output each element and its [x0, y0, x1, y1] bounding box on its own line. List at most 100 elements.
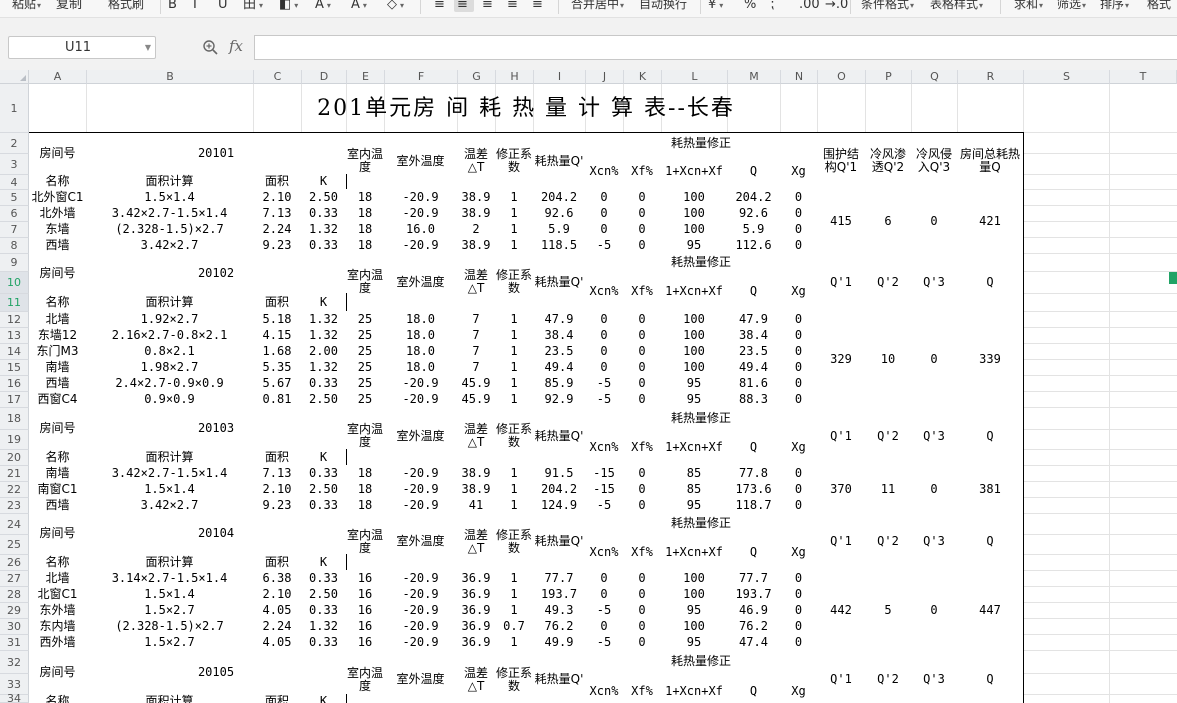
cell-xcn[interactable]: 0	[585, 221, 624, 238]
header-k[interactable]: K	[301, 694, 347, 703]
cell-xcn[interactable]: -15	[585, 465, 624, 482]
header-xcn[interactable]: Xcn%	[585, 429, 624, 466]
label-room-no[interactable]: 房间号	[29, 513, 87, 555]
cell-coef[interactable]: 1	[495, 375, 534, 392]
function-icon[interactable]: fx	[229, 37, 243, 55]
cell-area-calc[interactable]: 1.5×2.7	[86, 634, 254, 651]
header-q1[interactable]: Q'1	[817, 513, 866, 571]
row-header-30[interactable]: 30	[0, 619, 29, 635]
cell-temp-diff[interactable]: 38.9	[457, 205, 496, 222]
cell-xg[interactable]: 0	[780, 391, 818, 408]
cell-heat-loss[interactable]: 76.2	[533, 618, 586, 635]
header-outdoor-temp[interactable]: 室外温度	[384, 132, 458, 190]
cell-xf[interactable]: 0	[623, 189, 662, 206]
header-xf[interactable]: Xf%	[623, 534, 662, 571]
cell-sum[interactable]: 95	[661, 602, 728, 619]
header-area[interactable]: 面积	[253, 174, 302, 190]
sheet-title[interactable]: 201单元房 间 耗 热 量 计 算 表--长春	[29, 84, 1024, 133]
cell-area[interactable]: 7.13	[253, 205, 302, 222]
cell-sum[interactable]: 95	[661, 497, 728, 514]
cell-xg[interactable]: 0	[780, 343, 818, 360]
sum-q1[interactable]: 329	[817, 311, 866, 408]
cell-heat-loss[interactable]: 204.2	[533, 189, 586, 206]
cell-area[interactable]: 5.67	[253, 375, 302, 392]
cell-area-calc[interactable]: 1.5×1.4	[86, 481, 254, 498]
column-header-T[interactable]: T	[1110, 70, 1177, 84]
cell-heat-loss[interactable]: 23.5	[533, 343, 586, 360]
cell-heat-loss[interactable]: 47.9	[533, 311, 586, 328]
cell-name[interactable]: 南窗C1	[29, 481, 87, 498]
label-room-no[interactable]: 房间号	[29, 253, 87, 294]
cell-xcn[interactable]: 0	[585, 189, 624, 206]
header-q3[interactable]: Q'3	[911, 407, 958, 466]
header-indoor-temp[interactable]: 室内温度	[346, 650, 385, 703]
cell-temp-diff[interactable]: 38.9	[457, 465, 496, 482]
column-header-N[interactable]: N	[781, 70, 818, 84]
cell-area[interactable]: 4.05	[253, 602, 302, 619]
cell-xf[interactable]: 0	[623, 586, 662, 603]
ribbon-button-2[interactable]: 格式刷	[108, 0, 144, 14]
cell-xf[interactable]: 0	[623, 391, 662, 408]
row-header-10[interactable]: 10	[0, 272, 29, 294]
cell-k[interactable]: 1.32	[301, 618, 347, 635]
sum-q2[interactable]: 11	[865, 465, 912, 514]
room-number[interactable]: 20105	[86, 650, 347, 695]
cell-coef[interactable]: 1	[495, 391, 534, 408]
header-xg[interactable]: Xg	[780, 153, 818, 190]
header-outdoor-temp[interactable]: 室外温度	[384, 407, 458, 466]
cell-area-calc[interactable]: 1.5×1.4	[86, 586, 254, 603]
header-intrusion[interactable]: 冷风侵入Q'3	[911, 132, 958, 190]
cell-indoor-temp[interactable]: 18	[346, 221, 385, 238]
header-indoor-temp[interactable]: 室内温度	[346, 253, 385, 312]
cell-xf[interactable]: 0	[623, 221, 662, 238]
cell-k[interactable]: 1.32	[301, 221, 347, 238]
cell-coef[interactable]: 1	[495, 586, 534, 603]
copy-button[interactable]: 复制	[56, 0, 84, 14]
cell-xg[interactable]: 0	[780, 634, 818, 651]
cell-xf[interactable]: 0	[623, 205, 662, 222]
room-number[interactable]: 20102	[86, 253, 347, 294]
sum-total[interactable]: 381	[957, 465, 1024, 514]
chevron-down-icon[interactable]: ▾	[979, 1, 983, 10]
cell-xf[interactable]: 0	[623, 311, 662, 328]
cell-xcn[interactable]: -5	[585, 602, 624, 619]
cell-temp-diff[interactable]: 36.9	[457, 570, 496, 587]
header-coef[interactable]: 修正系数	[495, 132, 534, 190]
cell-sum[interactable]: 100	[661, 189, 728, 206]
cell-name[interactable]: 东墙12	[29, 327, 87, 344]
header-outdoor-temp[interactable]: 室外温度	[384, 513, 458, 571]
cell-area-calc[interactable]: 3.42×2.7	[86, 237, 254, 254]
header-area-calc[interactable]: 面积计算	[86, 554, 254, 571]
cell-q[interactable]: 47.4	[727, 634, 781, 651]
cell-xf[interactable]: 0	[623, 634, 662, 651]
cell-indoor-temp[interactable]: 18	[346, 465, 385, 482]
cell-coef[interactable]: 1	[495, 634, 534, 651]
cell-heat-loss[interactable]: 91.5	[533, 465, 586, 482]
header-q3[interactable]: Q'3	[911, 513, 958, 571]
cell-q[interactable]: 88.3	[727, 391, 781, 408]
ribbon-button-0[interactable]: 粘贴▾	[12, 0, 41, 14]
cell-sum[interactable]: 95	[661, 634, 728, 651]
cell-indoor-temp[interactable]: 25	[346, 327, 385, 344]
cell-q[interactable]: 23.5	[727, 343, 781, 360]
cell-name[interactable]: 南墙	[29, 359, 87, 376]
cell-outdoor-temp[interactable]: -20.9	[384, 618, 458, 635]
header-q[interactable]: Q	[727, 429, 781, 466]
header-xf[interactable]: Xf%	[623, 673, 662, 703]
cell-temp-diff[interactable]: 41	[457, 497, 496, 514]
cell-name[interactable]: 西窗C4	[29, 391, 87, 408]
cell-temp-diff[interactable]: 7	[457, 359, 496, 376]
cell-xf[interactable]: 0	[623, 618, 662, 635]
header-coef[interactable]: 修正系数	[495, 650, 534, 703]
cell-area-calc[interactable]: 1.98×2.7	[86, 359, 254, 376]
cell-xg[interactable]: 0	[780, 327, 818, 344]
cell-name[interactable]: 东内墙	[29, 618, 87, 635]
cell-name[interactable]: 南墙	[29, 465, 87, 482]
cell-area[interactable]: 2.24	[253, 221, 302, 238]
row-header-7[interactable]: 7	[0, 222, 29, 238]
cell-area-calc[interactable]: 2.16×2.7-0.8×2.1	[86, 327, 254, 344]
cell-temp-diff[interactable]: 45.9	[457, 375, 496, 392]
percent-button[interactable]: %	[744, 0, 758, 14]
cell-k[interactable]: 2.00	[301, 343, 347, 360]
header-q1[interactable]: Q'1	[817, 650, 866, 703]
